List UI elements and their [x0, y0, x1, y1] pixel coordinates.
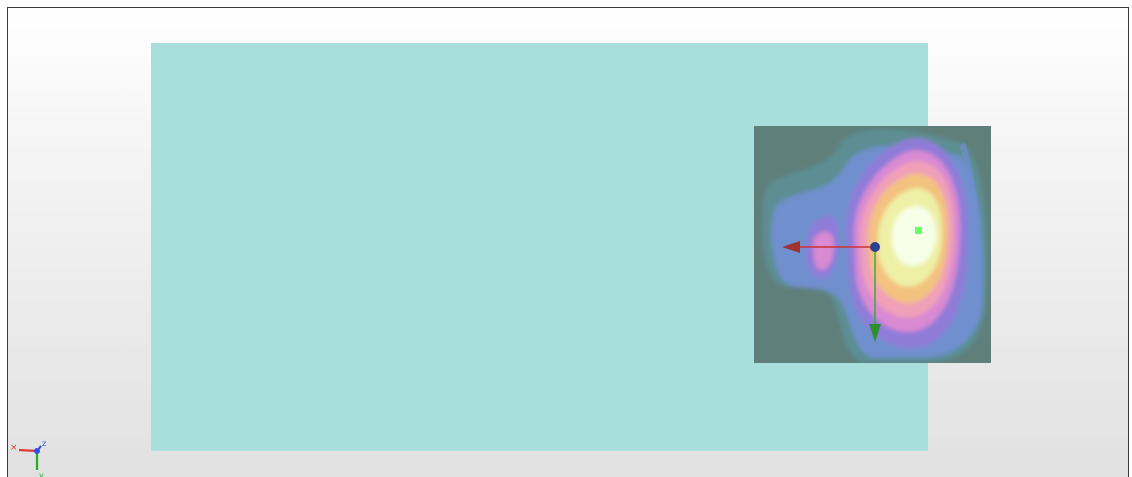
triad-y-label: y [39, 471, 44, 477]
triad-z-label: z [42, 439, 46, 448]
3d-viewport[interactable]: × y z [7, 7, 1129, 477]
selection-marker[interactable] [915, 227, 922, 234]
triad-x-label: × [10, 443, 18, 453]
orientation-triad[interactable]: × y z [8, 438, 50, 477]
x-axis-arrowhead[interactable] [782, 241, 800, 253]
triad-origin [34, 448, 40, 454]
y-axis-arrowhead[interactable] [869, 324, 881, 342]
gizmo-overlay [782, 227, 922, 342]
gizmo-origin-sphere[interactable] [870, 242, 880, 252]
